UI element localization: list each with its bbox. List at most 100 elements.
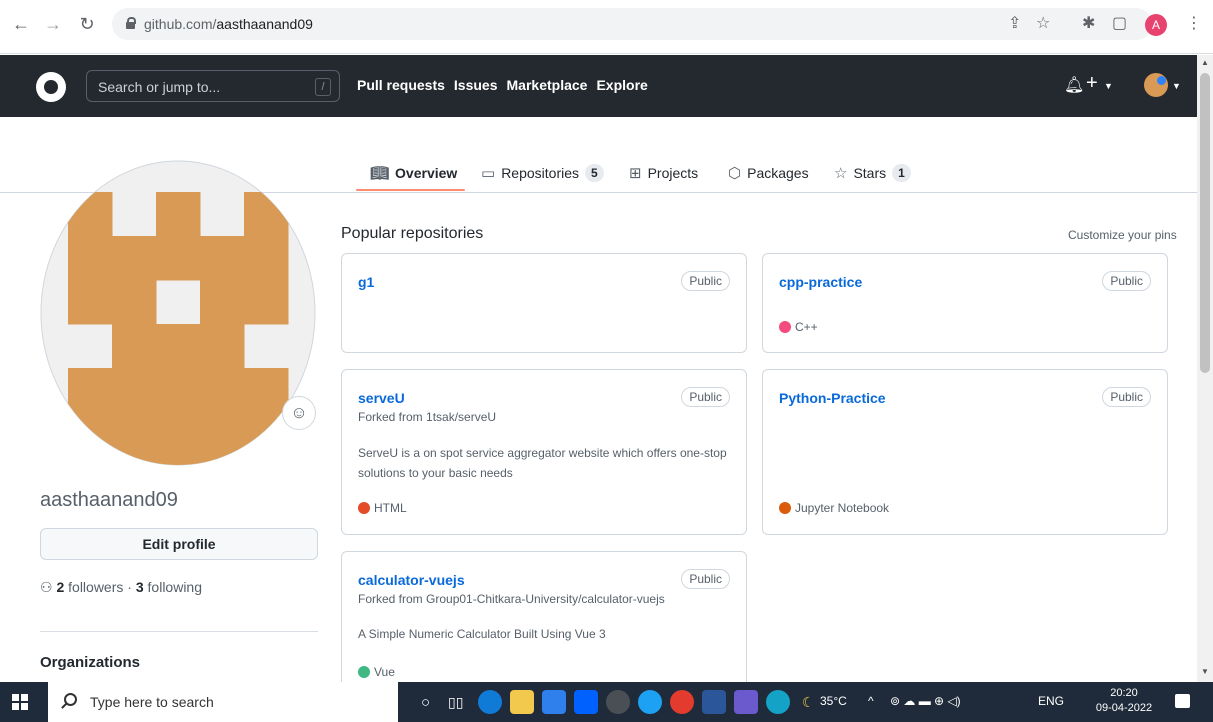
taskbar-clock[interactable]: 20:20 09-04-2022 xyxy=(1094,686,1154,716)
identicon-cell xyxy=(156,236,201,281)
help-icon[interactable] xyxy=(766,690,790,714)
dropbox-icon[interactable] xyxy=(574,690,598,714)
customize-pins-link[interactable]: Customize your pins xyxy=(1068,228,1177,242)
reload-icon[interactable]: ↻ xyxy=(76,13,98,35)
back-arrow-icon[interactable]: ← xyxy=(10,13,32,35)
scroll-thumb[interactable] xyxy=(1200,73,1210,373)
repo-name-link[interactable]: cpp-practice xyxy=(779,274,862,290)
repo-name-link[interactable]: Python-Practice xyxy=(779,390,886,406)
forward-arrow-icon[interactable]: → xyxy=(42,13,64,35)
side-panel-icon[interactable]: ▢ xyxy=(1112,11,1127,37)
repositories-count: 5 xyxy=(585,164,604,182)
chevron-up-icon[interactable]: ^ xyxy=(868,694,874,708)
profile-avatar[interactable] xyxy=(40,160,316,466)
language-color-dot xyxy=(358,666,370,678)
taskbar-search-input[interactable]: Type here to search xyxy=(48,682,398,722)
nav-pull-requests[interactable]: Pull requests xyxy=(357,77,445,93)
search-icon xyxy=(64,693,77,706)
address-bar[interactable]: github.com/aasthaanand09 xyxy=(112,8,1152,40)
word-icon[interactable] xyxy=(702,690,726,714)
identicon-cell xyxy=(200,236,245,281)
identicon-cell xyxy=(200,368,245,413)
chrome-icon[interactable] xyxy=(670,690,694,714)
visibility-badge: Public xyxy=(681,569,730,589)
forked-from-text[interactable]: Forked from 1tsak/serveU xyxy=(358,410,496,424)
repo-card: g1 Public xyxy=(341,253,747,353)
set-status-smiley-icon[interactable]: ☺ xyxy=(282,396,316,430)
profile-username: aasthaanand09 xyxy=(40,489,178,511)
identicon-cell xyxy=(68,368,113,413)
bookmark-star-icon[interactable]: ☆ xyxy=(1036,11,1050,37)
file-explorer-icon[interactable] xyxy=(510,690,534,714)
mail-icon[interactable] xyxy=(542,690,566,714)
lock-icon xyxy=(126,17,136,29)
repo-card: Python-Practice Public Jupyter Notebook xyxy=(762,369,1168,535)
forked-from-text[interactable]: Forked from Group01-Chitkara-University/… xyxy=(358,592,665,606)
repo-name-link[interactable]: serveU xyxy=(358,390,405,406)
internet-explorer-icon[interactable] xyxy=(638,690,662,714)
tab-packages[interactable]: ⬡ Packages xyxy=(728,157,809,189)
input-language[interactable]: ENG xyxy=(1038,694,1064,708)
taskbar-search-placeholder: Type here to search xyxy=(90,694,214,710)
browser-profile-avatar[interactable]: A xyxy=(1145,14,1167,36)
repo-icon: ▭ xyxy=(481,165,496,182)
vscode-icon[interactable] xyxy=(734,690,758,714)
moon-weather-icon[interactable]: ☾ xyxy=(802,694,815,711)
nav-marketplace[interactable]: Marketplace xyxy=(507,77,588,93)
create-new-plus-icon[interactable]: + xyxy=(1086,72,1098,95)
divider xyxy=(40,631,318,632)
followers-count[interactable]: 2 xyxy=(56,579,64,595)
identicon-cell xyxy=(112,236,157,281)
scroll-up-arrow-icon[interactable]: ▲ xyxy=(1200,58,1210,68)
repo-name-link[interactable]: g1 xyxy=(358,274,374,290)
cortana-circle-icon[interactable]: ○ xyxy=(421,694,430,711)
book-icon: 📖︎ xyxy=(370,165,390,182)
language-color-dot xyxy=(358,502,370,514)
slash-shortcut-key: / xyxy=(315,78,331,96)
followers-link[interactable]: followers xyxy=(68,579,123,595)
tray-icons[interactable]: ⊚ ☁ ▬ ⊕ ◁) xyxy=(890,694,961,708)
identicon-cell xyxy=(68,280,113,325)
task-view-icon[interactable]: ▯▯ xyxy=(448,694,463,711)
tab-stars[interactable]: ☆ Stars 1 xyxy=(834,157,911,189)
github-logo-icon[interactable] xyxy=(36,72,66,102)
share-icon[interactable]: ⇪ xyxy=(1008,11,1021,37)
following-count[interactable]: 3 xyxy=(136,579,144,595)
identicon-cell xyxy=(244,192,289,237)
repo-card: serveU Public Forked from 1tsak/serveU S… xyxy=(341,369,747,535)
notifications-bell-icon[interactable]: 🔔︎ xyxy=(1064,75,1084,95)
nav-explore[interactable]: Explore xyxy=(596,77,647,93)
edge-browser-icon[interactable] xyxy=(478,690,502,714)
star-icon: ☆ xyxy=(834,165,848,182)
following-link[interactable]: following xyxy=(148,579,202,595)
edit-profile-button[interactable]: Edit profile xyxy=(40,528,318,560)
identicon-cell xyxy=(244,236,289,281)
tab-repositories[interactable]: ▭ Repositories 5 xyxy=(481,157,604,189)
app-icon[interactable] xyxy=(606,690,630,714)
scroll-down-arrow-icon[interactable]: ▼ xyxy=(1200,667,1210,677)
visibility-badge: Public xyxy=(1102,387,1151,407)
repo-language: Vue xyxy=(358,665,395,679)
url-text: github.com/aasthaanand09 xyxy=(144,16,313,32)
search-input[interactable]: Search or jump to... / xyxy=(86,70,340,102)
nav-issues[interactable]: Issues xyxy=(454,77,498,93)
followers-line: ⚇ 2 followers · 3 following xyxy=(40,579,203,595)
tab-overview[interactable]: 📖︎ Overview xyxy=(370,157,457,189)
browser-menu-icon[interactable]: ⋮ xyxy=(1186,11,1202,37)
repo-language: Jupyter Notebook xyxy=(779,501,889,515)
notification-center-icon[interactable] xyxy=(1175,694,1190,708)
windows-taskbar: Type here to search ○ ▯▯ ☾ 35°C ^ ⊚ ☁ ▬ … xyxy=(0,682,1213,722)
repo-name-link[interactable]: calculator-vuejs xyxy=(358,572,465,588)
weather-temperature[interactable]: 35°C xyxy=(820,694,847,708)
popular-repositories-heading: Popular repositories xyxy=(341,225,484,242)
page-scrollbar[interactable]: ▲ ▼ xyxy=(1197,55,1213,682)
windows-start-icon[interactable] xyxy=(12,694,28,710)
identicon-cell xyxy=(244,368,289,413)
chevron-down-icon[interactable]: ▼ xyxy=(1172,81,1181,91)
chevron-down-icon[interactable]: ▼ xyxy=(1104,81,1113,91)
extensions-icon[interactable]: ✱ xyxy=(1082,11,1095,37)
user-avatar[interactable] xyxy=(1144,73,1168,97)
package-icon: ⬡ xyxy=(728,165,742,182)
identicon-cell xyxy=(200,280,245,325)
tab-projects[interactable]: ⊞ Projects xyxy=(629,157,698,189)
